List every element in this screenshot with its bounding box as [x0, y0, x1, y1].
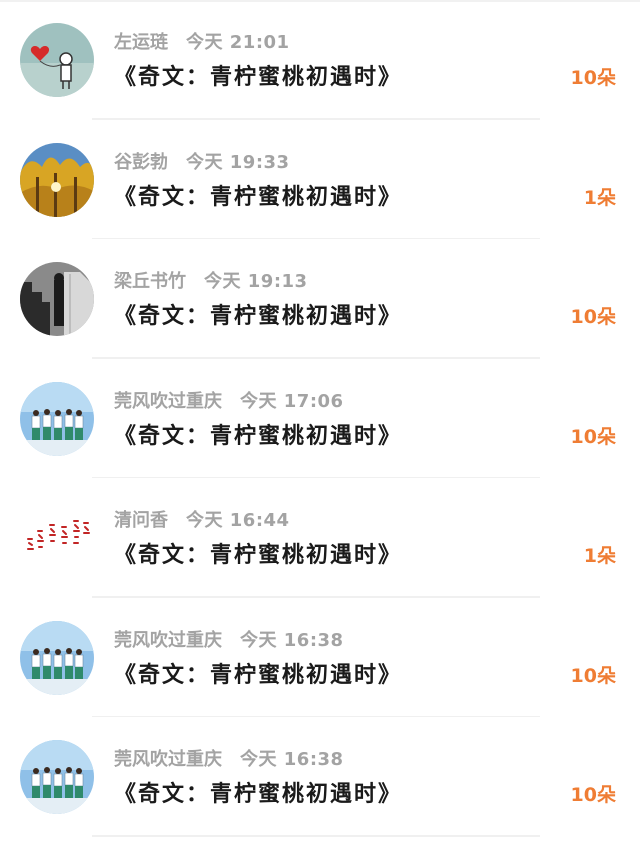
gift-record-row[interactable]: 左运琏 今天 21:01 《奇文：青柠蜜桃初遇时》 10朵 — [0, 0, 640, 120]
gift-title[interactable]: 《奇文：青柠蜜桃初遇时》 — [114, 659, 402, 693]
sender-name[interactable]: 左运琏 — [114, 32, 168, 53]
sender-name[interactable]: 谷彭勃 — [114, 152, 168, 173]
gift-record-row[interactable]: 谷彭勃 今天 19:33 《奇文：青柠蜜桃初遇时》 1朵 — [0, 120, 640, 239]
flower-count: 10朵 — [570, 425, 616, 448]
sender-name[interactable]: 莞风吹过重庆 — [114, 630, 222, 651]
students-sky-avatar — [20, 740, 94, 814]
gift-record-row[interactable]: 梁丘书竹 今天 19:13 《奇文：青柠蜜桃初遇时》 10朵 — [0, 239, 640, 359]
avatar[interactable] — [20, 381, 94, 456]
sender-name[interactable]: 莞风吹过重庆 — [114, 391, 222, 412]
record-meta: 梁丘书竹 今天 19:13 — [114, 269, 308, 295]
students-sky-avatar — [20, 620, 94, 695]
gift-title[interactable]: 《奇文：青柠蜜桃初遇时》 — [114, 778, 402, 812]
gift-record-row[interactable]: 清问香 今天 16:44 《奇文：青柠蜜桃初遇时》 1朵 — [0, 478, 640, 598]
red-calligraphy-avatar — [20, 501, 94, 575]
record-meta: 莞风吹过重庆 今天 16:38 — [114, 628, 344, 654]
gift-title[interactable]: 《奇文：青柠蜜桃初遇时》 — [114, 300, 402, 334]
avatar[interactable] — [20, 23, 94, 97]
flower-count: 10朵 — [570, 664, 616, 687]
avatar[interactable] — [20, 262, 94, 336]
flower-count: 10朵 — [570, 784, 616, 806]
gift-record-row[interactable]: 莞风吹过重庆 今天 16:38 《奇文：青柠蜜桃初遇时》 10朵 — [0, 717, 640, 837]
gift-record-list: 左运琏 今天 21:01 《奇文：青柠蜜桃初遇时》 10朵 谷彭勃 今天 19:33… — [0, 0, 640, 843]
students-sky-avatar — [20, 381, 94, 456]
gift-title[interactable]: 《奇文：青柠蜜桃初遇时》 — [114, 539, 402, 573]
record-meta: 清问香 今天 16:44 — [114, 508, 290, 534]
record-time: 今天 16:38 — [240, 749, 344, 770]
record-time: 今天 21:01 — [186, 32, 290, 53]
flower-count: 10朵 — [570, 306, 616, 328]
staircase-bw-avatar — [20, 262, 94, 336]
gift-record-row[interactable]: 莞风吹过重庆 今天 17:06 《奇文：青柠蜜桃初遇时》 10朵 — [0, 359, 640, 478]
record-time: 今天 16:38 — [240, 629, 344, 651]
flower-count: 10朵 — [570, 67, 616, 89]
record-meta: 左运琏 今天 21:01 — [114, 30, 290, 56]
avatar[interactable] — [20, 142, 94, 217]
sender-name[interactable]: 莞风吹过重庆 — [114, 749, 222, 770]
heart-balloon-avatar — [20, 23, 94, 97]
gift-title[interactable]: 《奇文：青柠蜜桃初遇时》 — [114, 61, 402, 95]
record-time: 今天 19:13 — [204, 271, 308, 292]
record-meta: 莞风吹过重庆 今天 16:38 — [114, 747, 344, 773]
avatar[interactable] — [20, 740, 94, 814]
flower-count: 1朵 — [583, 186, 616, 209]
flower-count: 1朵 — [583, 545, 616, 567]
record-time: 今天 17:06 — [240, 390, 344, 412]
record-meta: 莞风吹过重庆 今天 17:06 — [114, 389, 344, 415]
record-time: 今天 16:44 — [186, 510, 290, 531]
record-time: 今天 19:33 — [186, 151, 290, 173]
avatar[interactable] — [20, 501, 94, 575]
golden-trees-avatar — [20, 142, 94, 217]
record-meta: 谷彭勃 今天 19:33 — [114, 150, 290, 176]
avatar[interactable] — [20, 620, 94, 695]
sender-name[interactable]: 梁丘书竹 — [114, 271, 186, 292]
row-divider — [92, 835, 540, 837]
sender-name[interactable]: 清问香 — [114, 510, 168, 531]
gift-title[interactable]: 《奇文：青柠蜜桃初遇时》 — [114, 420, 402, 454]
gift-title[interactable]: 《奇文：青柠蜜桃初遇时》 — [114, 181, 402, 215]
gift-record-row[interactable]: 莞风吹过重庆 今天 16:38 《奇文：青柠蜜桃初遇时》 10朵 — [0, 598, 640, 717]
